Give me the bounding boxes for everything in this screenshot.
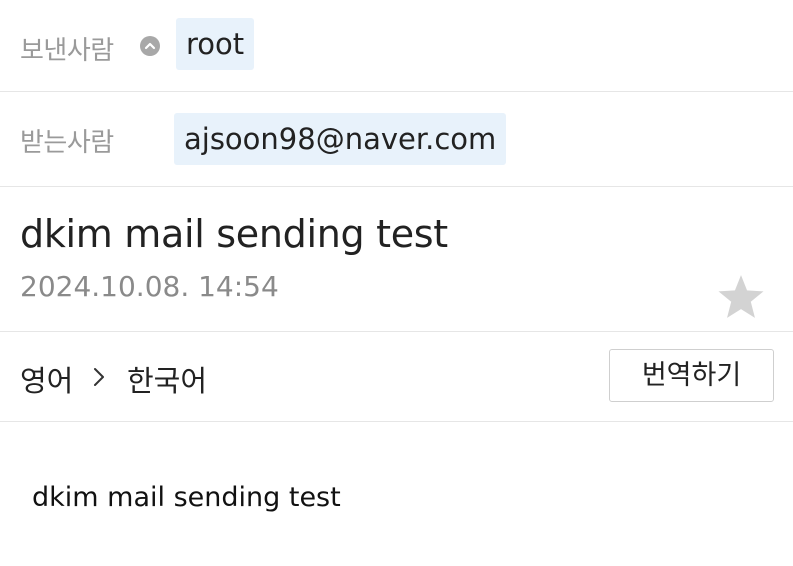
mail-body: dkim mail sending test: [32, 482, 341, 513]
target-language[interactable]: 한국어: [127, 358, 207, 400]
mail-date: 2024.10.08. 14:54: [20, 270, 279, 303]
divider: [0, 331, 793, 332]
sender-row: 보낸사람 root: [0, 0, 793, 92]
source-language[interactable]: 영어: [20, 358, 73, 400]
translate-button[interactable]: 번역하기: [609, 349, 774, 402]
mail-subject: dkim mail sending test: [20, 212, 448, 256]
recipient-chip[interactable]: ajsoon98@naver.com: [174, 113, 507, 165]
sender-label: 보낸사람: [20, 36, 114, 66]
recipient-row: 받는사람 ajsoon98@naver.com: [0, 92, 793, 186]
sender-chip[interactable]: root: [176, 18, 255, 70]
divider: [0, 421, 793, 422]
divider: [0, 186, 793, 187]
recipient-label: 받는사람: [20, 128, 114, 158]
chevron-up-circle-icon[interactable]: [140, 36, 160, 56]
star-icon[interactable]: [716, 273, 766, 325]
chevron-right-icon: [92, 366, 106, 392]
